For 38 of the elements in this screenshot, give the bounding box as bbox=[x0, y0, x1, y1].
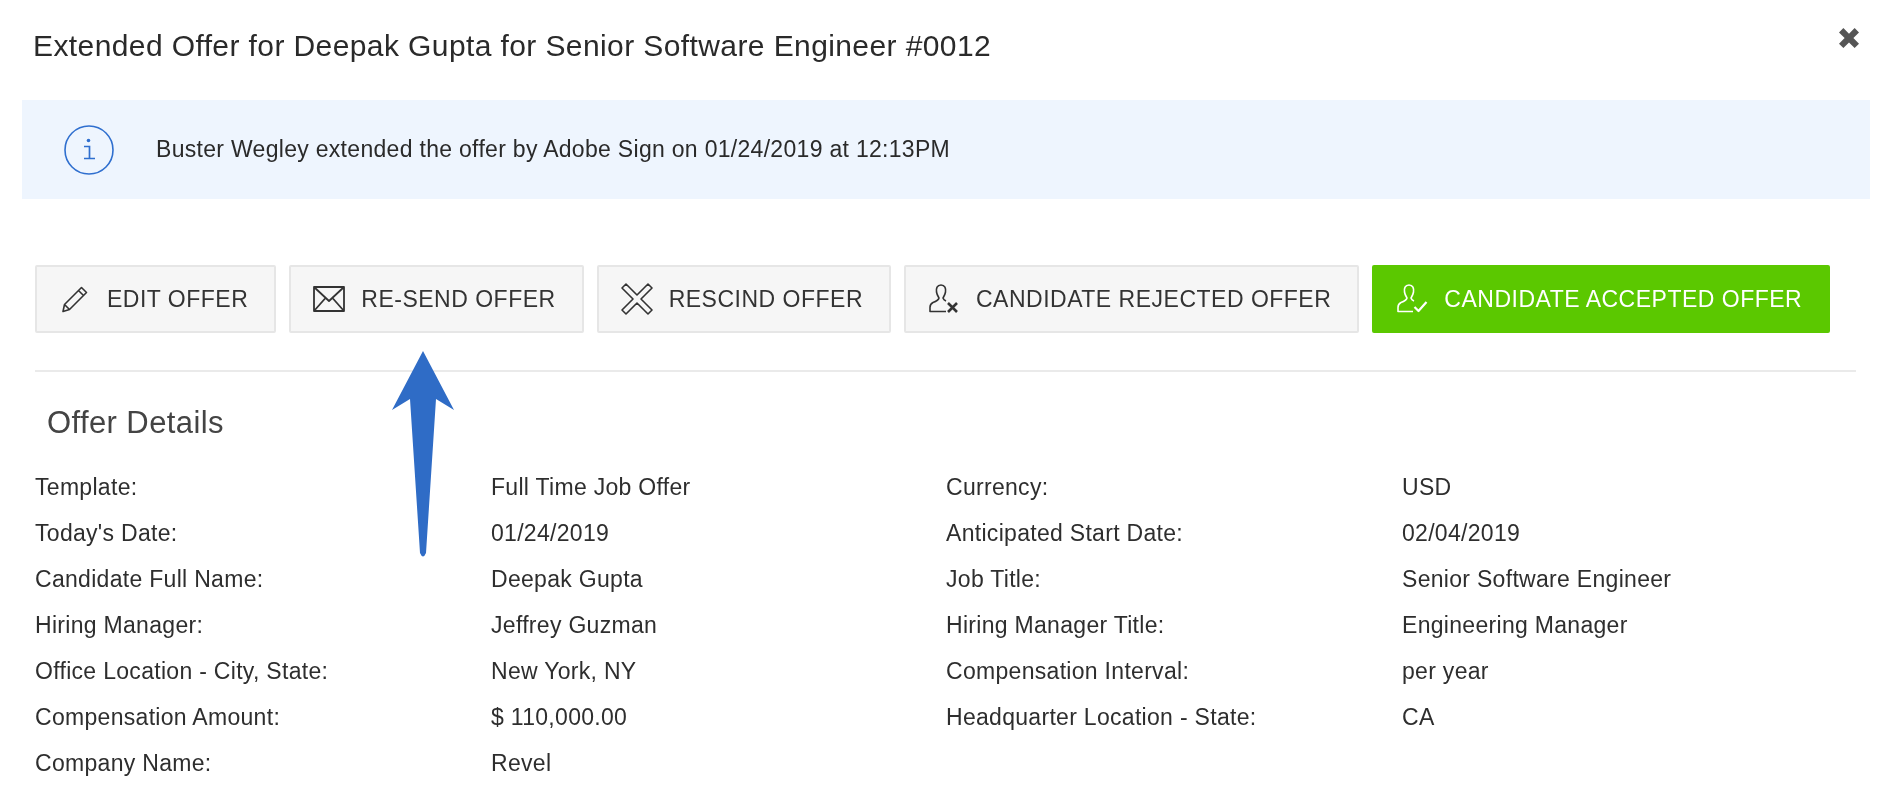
field-label: Candidate Full Name: bbox=[35, 565, 264, 593]
field-label: Company Name: bbox=[35, 749, 212, 777]
field-label: Hiring Manager: bbox=[35, 611, 204, 639]
field-value: Full Time Job Offer bbox=[491, 473, 691, 501]
reject-button[interactable]: CANDIDATE REJECTED OFFER bbox=[904, 265, 1360, 333]
resend-button[interactable]: RE-SEND OFFER bbox=[289, 265, 584, 333]
field-value: per year bbox=[1402, 657, 1489, 685]
rescind-button[interactable]: RESCIND OFFER bbox=[596, 265, 891, 333]
envelope-icon bbox=[313, 283, 346, 315]
field-label: Hiring Manager Title: bbox=[946, 611, 1165, 639]
field-value: Revel bbox=[491, 749, 552, 777]
field-value: New York, NY bbox=[491, 657, 637, 685]
edit-button[interactable]: EDIT OFFER bbox=[35, 265, 277, 333]
field-value: 02/04/2019 bbox=[1402, 519, 1521, 547]
field-label: Anticipated Start Date: bbox=[946, 519, 1184, 547]
field-label: Job Title: bbox=[946, 565, 1042, 593]
field-label: Compensation Interval: bbox=[946, 657, 1190, 685]
field-value: Senior Software Engineer bbox=[1402, 565, 1672, 593]
user-cross-icon bbox=[928, 283, 960, 315]
dialog-title: Extended Offer for Deepak Gupta for Senior Software Engineer #0012 bbox=[33, 29, 992, 63]
field-label: Office Location - City, State: bbox=[35, 657, 329, 685]
notice-text: Buster Wegley extended the offer by Adobe Sign on 01/24/2019 at 12:13PM bbox=[156, 136, 951, 163]
field-value: USD bbox=[1402, 473, 1452, 501]
field-value: CA bbox=[1402, 703, 1435, 731]
field-label: Currency: bbox=[946, 473, 1049, 501]
field-label: Today's Date: bbox=[35, 519, 178, 547]
field-value: Deepak Gupta bbox=[491, 565, 643, 593]
user-check-icon bbox=[1396, 283, 1429, 315]
field-value: Jeffrey Guzman bbox=[491, 611, 658, 639]
field-value: 01/24/2019 bbox=[491, 519, 610, 547]
info-icon bbox=[64, 124, 114, 175]
cross-icon bbox=[620, 283, 653, 315]
section-heading: Offer Details bbox=[47, 405, 224, 441]
field-value: $ 110,000.00 bbox=[491, 703, 628, 731]
field-value: Engineering Manager bbox=[1402, 611, 1628, 639]
field-label: Compensation Amount: bbox=[35, 703, 281, 731]
field-label: Template: bbox=[35, 473, 138, 501]
field-label: Headquarter Location - State: bbox=[946, 703, 1257, 731]
